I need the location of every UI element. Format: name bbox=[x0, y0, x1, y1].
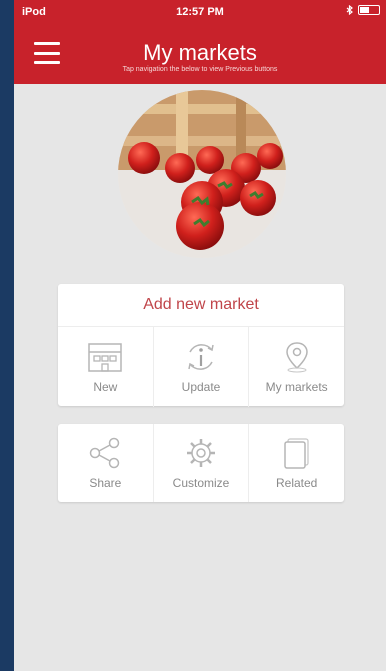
options-card: Share Customize Related bbox=[58, 424, 344, 502]
related-label: Related bbox=[275, 476, 318, 490]
document-icon bbox=[283, 438, 309, 469]
page-subtitle: Tap navigation the below to view Previou… bbox=[122, 66, 278, 73]
cherry-tomatoes-photo bbox=[118, 90, 286, 258]
building-icon bbox=[88, 343, 123, 372]
app-screen: iPod 12:57 PM My markets Tap navigation … bbox=[14, 0, 386, 671]
page-title: My markets bbox=[143, 40, 257, 65]
gear-icon bbox=[187, 439, 215, 467]
status-bar: iPod 12:57 PM bbox=[14, 0, 386, 22]
info-refresh-icon bbox=[188, 344, 214, 370]
markets-actions-row: New Update My markets bbox=[58, 327, 344, 407]
my-markets-label: My markets bbox=[265, 380, 328, 394]
status-icons bbox=[346, 5, 380, 15]
markets-card: Add new market New Update My markets bbox=[58, 284, 344, 407]
map-pin-icon bbox=[285, 342, 308, 373]
update-tile[interactable]: Update bbox=[152, 327, 249, 407]
status-time: 12:57 PM bbox=[176, 6, 224, 18]
new-tile[interactable]: New bbox=[58, 327, 153, 407]
options-actions-row: Share Customize Related bbox=[58, 424, 344, 502]
add-new-market-button[interactable]: Add new market bbox=[58, 284, 344, 327]
top-bar: iPod 12:57 PM My markets Tap navigation … bbox=[14, 0, 386, 84]
share-label: Share bbox=[89, 476, 122, 490]
bluetooth-icon bbox=[346, 5, 353, 15]
my-markets-tile[interactable]: My markets bbox=[248, 327, 344, 407]
related-tile[interactable]: Related bbox=[248, 424, 344, 502]
battery-icon bbox=[358, 5, 380, 15]
share-tile[interactable]: Share bbox=[58, 424, 153, 502]
share-icon bbox=[90, 437, 120, 469]
new-label: New bbox=[93, 380, 118, 394]
customize-label: Customize bbox=[172, 476, 230, 490]
update-label: Update bbox=[181, 380, 221, 394]
hero-image bbox=[118, 90, 286, 258]
customize-tile[interactable]: Customize bbox=[152, 424, 249, 502]
